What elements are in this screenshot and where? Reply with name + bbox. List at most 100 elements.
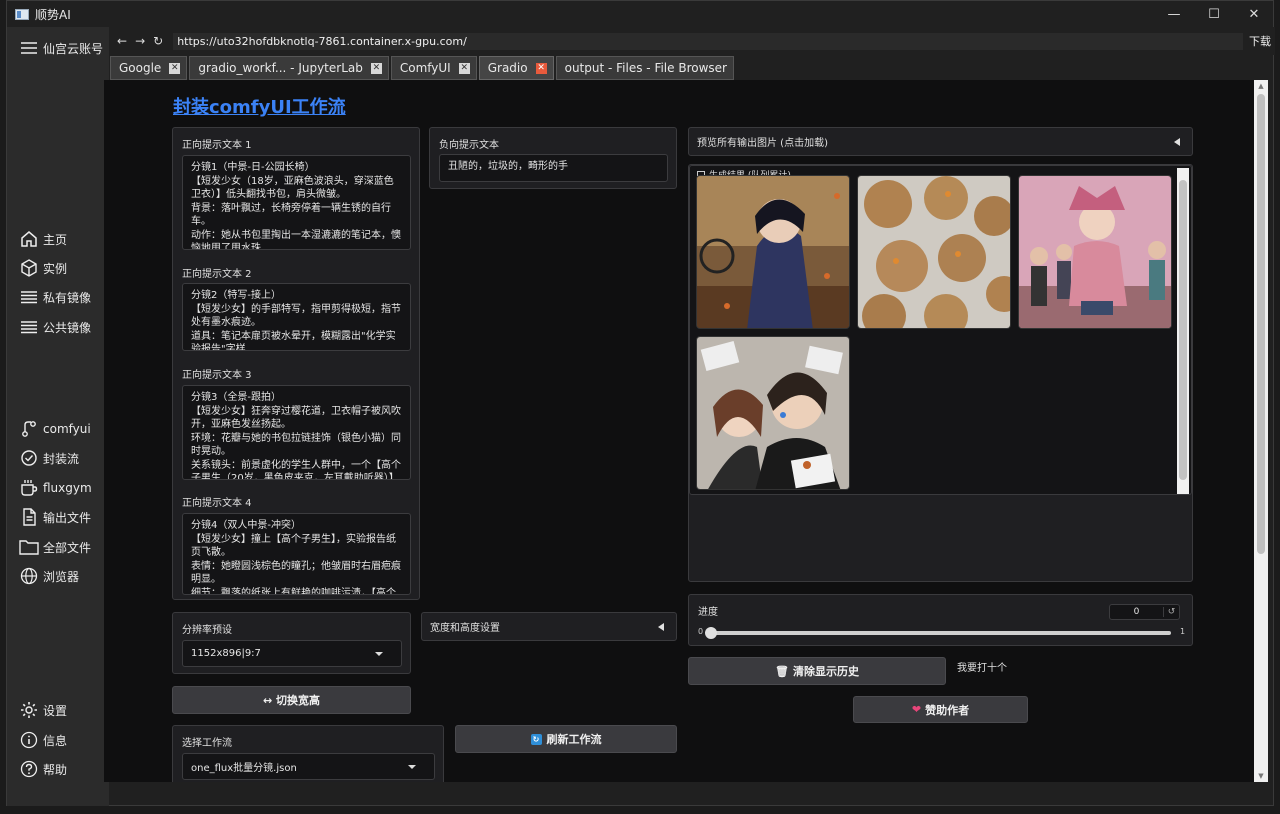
gallery-scrollbar[interactable] bbox=[1177, 168, 1189, 494]
tab-close-icon[interactable]: ✕ bbox=[535, 62, 547, 74]
sidebar-item-public-images[interactable]: 公共镜像 bbox=[19, 316, 91, 338]
workflow-value: one_flux批量分镜.json bbox=[191, 763, 297, 774]
prompt-1-label: 正向提示文本 1 bbox=[182, 140, 252, 151]
preview-accordion[interactable]: 预览所有输出图片 (点击加载) bbox=[688, 127, 1193, 156]
prompt-2-input[interactable]: 分镜2（特写-接上） 【短发少女】的手部特写，指甲剪得极短，指节处有墨水痕迹。 … bbox=[182, 283, 411, 351]
tab-label: gradio_workf... - JupyterLab bbox=[198, 61, 363, 75]
progress-number-input[interactable]: 0 ↺ bbox=[1109, 604, 1180, 620]
progress-slider-thumb[interactable] bbox=[705, 627, 717, 639]
progress-min: 0 bbox=[698, 627, 704, 636]
negative-prompt-input[interactable]: 丑陋的，垃圾的，畸形的手 bbox=[439, 154, 668, 182]
sidebar-item-private-images[interactable]: 私有镜像 bbox=[19, 286, 91, 308]
browser-tab-bar: Google ✕ gradio_workf... - JupyterLab ✕ … bbox=[110, 56, 1260, 80]
gallery-thumbnail[interactable] bbox=[696, 175, 850, 329]
swap-size-button[interactable]: ↔ 切换宽高 bbox=[172, 686, 411, 714]
cup-icon bbox=[19, 478, 39, 498]
title-bar: 顺势AI — ☐ ✕ bbox=[7, 1, 1273, 27]
trash-icon: 🗑 bbox=[775, 664, 789, 678]
sidebar-item-help[interactable]: 帮助 bbox=[19, 758, 67, 780]
gallery-panel: 生成结果 (队列累计) bbox=[688, 164, 1193, 582]
collapse-triangle-icon bbox=[1174, 137, 1180, 146]
back-button[interactable]: ← bbox=[117, 34, 127, 48]
tab-file-browser[interactable]: output - Files - File Browser bbox=[555, 56, 734, 80]
sidebar-item-settings[interactable]: 设置 bbox=[19, 699, 67, 721]
scroll-down-icon[interactable]: ▼ bbox=[1254, 772, 1268, 780]
sidebar-item-instance[interactable]: 实例 bbox=[19, 257, 67, 279]
sidebar-item-output-files[interactable]: 输出文件 bbox=[19, 506, 91, 528]
forward-button[interactable]: → bbox=[135, 34, 145, 48]
workflow-label: 选择工作流 bbox=[182, 738, 232, 749]
minimize-button[interactable]: — bbox=[1154, 1, 1194, 27]
workflow-select[interactable]: one_flux批量分镜.json bbox=[182, 753, 435, 780]
tab-close-icon[interactable]: ✕ bbox=[370, 62, 382, 74]
tab-gradio[interactable]: Gradio ✕ bbox=[478, 56, 554, 80]
page-title[interactable]: 封装comfyUI工作流 bbox=[173, 93, 346, 119]
size-settings-accordion[interactable]: 宽度和高度设置 bbox=[421, 612, 677, 641]
tab-jupyterlab[interactable]: gradio_workf... - JupyterLab ✕ bbox=[189, 56, 389, 80]
page-scroll-thumb[interactable] bbox=[1257, 94, 1265, 554]
resolution-select[interactable]: 1152x896|9:7 bbox=[182, 640, 402, 667]
note-text: 我要打十个 bbox=[957, 663, 1007, 674]
size-settings-label: 宽度和高度设置 bbox=[430, 623, 500, 634]
progress-slider[interactable] bbox=[705, 627, 1171, 639]
result-gallery: 生成结果 (队列累计) bbox=[689, 165, 1192, 495]
download-button[interactable]: 下载 bbox=[1249, 33, 1271, 49]
prompt-4-label: 正向提示文本 4 bbox=[182, 498, 252, 509]
prompt-3-input[interactable]: 分镜3（全景-跟拍） 【短发少女】狂奔穿过樱花道，卫衣帽子被风吹开，亚麻色发丝扬… bbox=[182, 385, 411, 480]
progress-max: 1 bbox=[1180, 627, 1186, 636]
reload-button[interactable]: ↻ bbox=[153, 34, 163, 48]
sidebar-item-label: 主页 bbox=[43, 232, 68, 247]
sidebar-item-label: 浏览器 bbox=[43, 569, 80, 584]
clear-history-button[interactable]: 🗑 清除显示历史 bbox=[688, 657, 946, 685]
sponsor-button[interactable]: ❤ 赞助作者 bbox=[853, 696, 1028, 723]
sidebar-item-label: 输出文件 bbox=[43, 510, 92, 525]
sidebar-item-label: 公共镜像 bbox=[43, 320, 92, 335]
sidebar-item-workflow[interactable]: 封装流 bbox=[19, 447, 79, 469]
gradio-page: 封装comfyUI工作流 正向提示文本 1 分镜1（中景-日-公园长椅） 【短发… bbox=[104, 80, 1254, 782]
prompt-2-label: 正向提示文本 2 bbox=[182, 269, 252, 280]
sidebar-item-fluxgym[interactable]: fluxgym bbox=[19, 477, 92, 499]
sidebar-item-info[interactable]: 信息 bbox=[19, 729, 67, 751]
tab-close-icon[interactable]: ✕ bbox=[169, 62, 181, 74]
sidebar-item-browser[interactable]: 浏览器 bbox=[19, 565, 79, 587]
gallery-scroll-thumb[interactable] bbox=[1179, 180, 1187, 480]
gallery-thumbnail[interactable] bbox=[696, 336, 850, 490]
tab-label: Gradio bbox=[487, 61, 528, 75]
refresh-icon: ↻ bbox=[530, 733, 542, 745]
sidebar-item-label: 帮助 bbox=[43, 762, 68, 777]
url-input[interactable]: https://uto32hofdbknotlq-7861.container.… bbox=[173, 32, 1244, 50]
sidebar-item-all-files[interactable]: 全部文件 bbox=[19, 536, 91, 558]
gallery-thumbnail[interactable] bbox=[857, 175, 1011, 329]
tab-google[interactable]: Google ✕ bbox=[110, 56, 188, 80]
maximize-button[interactable]: ☐ bbox=[1194, 1, 1234, 27]
tab-close-icon[interactable]: ✕ bbox=[458, 62, 470, 74]
resolution-value: 1152x896|9:7 bbox=[191, 648, 261, 659]
status-bar bbox=[6, 806, 1274, 814]
refresh-workflow-button[interactable]: ↻ 刷新工作流 bbox=[455, 725, 677, 753]
close-window-button[interactable]: ✕ bbox=[1234, 1, 1274, 27]
tab-label: ComfyUI bbox=[399, 61, 451, 75]
scroll-up-icon[interactable]: ▲ bbox=[1254, 82, 1268, 90]
refresh-workflow-label: 刷新工作流 bbox=[546, 733, 602, 746]
prompt-4-input[interactable]: 分镜4（双人中景-冲突） 【短发少女】撞上【高个子男生】，实验报告纸页飞散。 表… bbox=[182, 513, 411, 595]
chevron-down-icon bbox=[375, 651, 383, 656]
resolution-panel: 分辨率预设 1152x896|9:7 bbox=[172, 612, 411, 674]
sidebar-item-label: 全部文件 bbox=[43, 540, 92, 555]
sidebar-item-home[interactable]: 主页 bbox=[19, 228, 67, 250]
sidebar-item-account[interactable]: 仙宫云账号 bbox=[19, 37, 103, 59]
negative-prompt-label: 负向提示文本 bbox=[439, 140, 499, 151]
sidebar-item-label: 实例 bbox=[43, 261, 68, 276]
menu-icon bbox=[19, 38, 39, 58]
tab-comfyui[interactable]: ComfyUI ✕ bbox=[390, 56, 477, 80]
sidebar-item-label: 设置 bbox=[43, 703, 68, 718]
progress-panel: 进度 0 ↺ 0 1 bbox=[688, 594, 1193, 646]
sidebar-item-label: 封装流 bbox=[43, 451, 80, 466]
prompt-1-input[interactable]: 分镜1（中景-日-公园长椅） 【短发少女（18岁，亚麻色波浪头，穿深蓝色卫衣）】… bbox=[182, 155, 411, 250]
sidebar-item-label: comfyui bbox=[43, 422, 91, 436]
prompt-3-label: 正向提示文本 3 bbox=[182, 370, 252, 381]
reset-icon[interactable]: ↺ bbox=[1163, 607, 1179, 617]
page-scrollbar[interactable]: ▲ ▼ bbox=[1254, 80, 1268, 782]
preview-accordion-label: 预览所有输出图片 (点击加载) bbox=[697, 138, 828, 149]
sidebar-item-comfyui[interactable]: comfyui bbox=[19, 418, 91, 440]
gallery-thumbnail[interactable] bbox=[1018, 175, 1172, 329]
